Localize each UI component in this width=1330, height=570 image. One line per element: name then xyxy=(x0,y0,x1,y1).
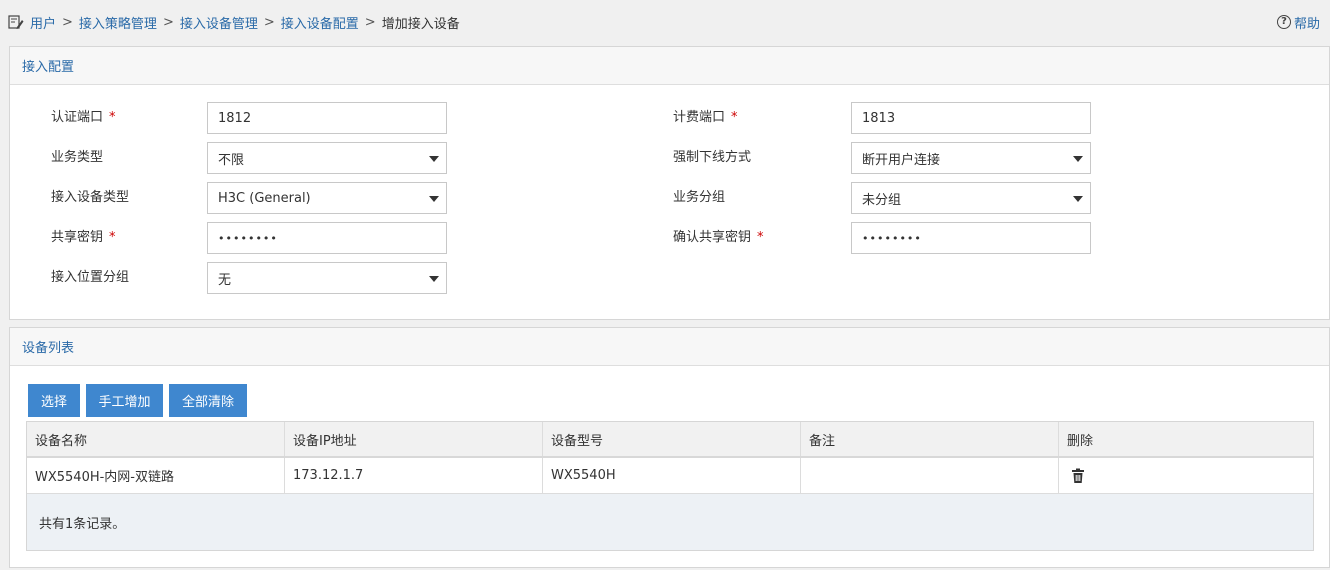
help-label: 帮助 xyxy=(1293,16,1320,32)
auth-port-label: 认证端口 * xyxy=(51,110,116,125)
breadcrumb-link-user[interactable]: 用户 xyxy=(30,13,56,32)
form-row-service: 业务类型 不限 强制下线方式 断开用户连接 xyxy=(10,142,1330,174)
service-type-label: 业务类型 xyxy=(51,150,104,165)
table-row: WX5540H-内网-双链路 173.12.1.7 WX5540H xyxy=(27,458,1313,494)
chevron-down-icon xyxy=(429,276,439,282)
chevron-down-icon xyxy=(1073,196,1083,202)
confirm-secret-input[interactable]: •••••••• xyxy=(851,222,1091,254)
device-type-select[interactable]: H3C (General) xyxy=(207,182,447,214)
auth-port-input[interactable]: 1812 xyxy=(207,102,447,134)
form-row-device-type: 接入设备类型 H3C (General) 业务分组 未分组 xyxy=(10,182,1330,214)
access-config-title: 接入配置 xyxy=(10,47,1329,85)
column-header-delete: 删除 xyxy=(1067,433,1094,449)
help-link[interactable]: ? 帮助 xyxy=(1276,0,1320,44)
edit-user-icon xyxy=(8,15,24,29)
device-list-panel: 设备列表 选择 手工增加 全部清除 设备名称 设备IP地址 设备型号 备注 删除… xyxy=(9,327,1330,568)
help-icon: ? xyxy=(1276,15,1291,29)
select-button[interactable]: 选择 xyxy=(28,384,80,417)
device-table: 设备名称 设备IP地址 设备型号 备注 删除 WX5540H-内网-双链路 17… xyxy=(26,421,1314,551)
form-row-location: 接入位置分组 无 xyxy=(10,262,1330,294)
location-group-select[interactable]: 无 xyxy=(207,262,447,294)
breadcrumb-link-access-device-config[interactable]: 接入设备配置 xyxy=(281,13,359,32)
form-row-secret: 共享密钥 * •••••••• 确认共享密钥 * •••••••• xyxy=(10,222,1330,254)
breadcrumb-separator: > xyxy=(62,14,73,30)
location-group-label: 接入位置分组 xyxy=(51,270,130,285)
breadcrumb-link-access-policy[interactable]: 接入策略管理 xyxy=(79,13,157,32)
acct-port-input[interactable]: 1813 xyxy=(851,102,1091,134)
column-header-device-name[interactable]: 设备名称 xyxy=(27,422,285,456)
trash-icon[interactable] xyxy=(1071,468,1085,484)
clear-all-button[interactable]: 全部清除 xyxy=(169,384,247,417)
device-list-title: 设备列表 xyxy=(10,328,1329,366)
column-header-device-ip[interactable]: 设备IP地址 xyxy=(285,422,543,456)
cell-delete xyxy=(1059,458,1313,493)
cell-device-model: WX5540H xyxy=(543,458,801,493)
breadcrumb-link-access-device-mgmt[interactable]: 接入设备管理 xyxy=(180,13,258,32)
column-header-note[interactable]: 备注 xyxy=(801,422,1059,456)
service-group-select[interactable]: 未分组 xyxy=(851,182,1091,214)
manual-add-button[interactable]: 手工增加 xyxy=(86,384,163,417)
chevron-down-icon xyxy=(1073,156,1083,162)
table-footer-record-count: 共有1条记录。 xyxy=(27,494,1313,550)
cell-note xyxy=(801,458,1059,493)
cell-device-ip: 173.12.1.7 xyxy=(285,458,543,493)
service-group-label: 业务分组 xyxy=(673,190,726,205)
confirm-secret-label: 确认共享密钥 * xyxy=(673,230,764,245)
cell-device-name: WX5540H-内网-双链路 xyxy=(27,458,285,493)
form-row-ports: 认证端口 * 1812 计费端口 * 1813 xyxy=(10,102,1330,134)
shared-secret-input[interactable]: •••••••• xyxy=(207,222,447,254)
access-config-panel: 接入配置 认证端口 * 1812 计费端口 * 1813 业务类型 不限 强制下线方… xyxy=(9,46,1330,320)
breadcrumb-separator: > xyxy=(364,14,376,30)
chevron-down-icon xyxy=(429,196,439,202)
table-header: 设备名称 设备IP地址 设备型号 备注 删除 xyxy=(27,422,1313,458)
breadcrumb-separator: > xyxy=(162,14,174,30)
breadcrumb: 用户 > 接入策略管理 > 接入设备管理 > 接入设备配置 > 增加接入设备 xyxy=(8,0,460,44)
breadcrumb-separator: > xyxy=(263,14,275,30)
shared-secret-label: 共享密钥 * xyxy=(51,230,116,245)
device-type-label: 接入设备类型 xyxy=(51,190,130,205)
breadcrumb-current: 增加接入设备 xyxy=(381,16,460,32)
column-header-device-model[interactable]: 设备型号 xyxy=(543,422,801,456)
service-type-select[interactable]: 不限 xyxy=(207,142,447,174)
chevron-down-icon xyxy=(429,156,439,162)
force-offline-label: 强制下线方式 xyxy=(673,150,752,165)
force-offline-select[interactable]: 断开用户连接 xyxy=(851,142,1091,174)
acct-port-label: 计费端口 * xyxy=(673,110,738,125)
